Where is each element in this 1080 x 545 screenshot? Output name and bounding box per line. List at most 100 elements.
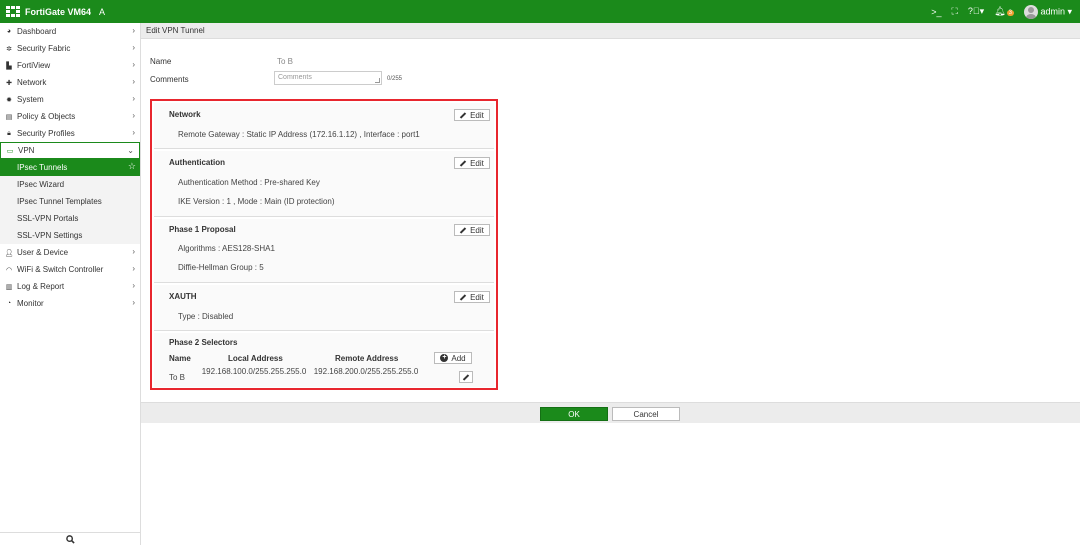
sidebar-item-label: WiFi & Switch Controller bbox=[17, 265, 104, 274]
monitor-icon: ◔ bbox=[6, 300, 12, 307]
ike-version-detail: IKE Version : 1 , Mode : Main (ID protec… bbox=[178, 197, 335, 206]
add-selector-button[interactable]: + Add bbox=[434, 352, 472, 364]
sidebar-search[interactable] bbox=[0, 532, 140, 545]
lock-icon: 🔒︎ bbox=[7, 129, 11, 137]
selector-name: To B bbox=[169, 373, 186, 382]
sidebar-item-label: SSL-VPN Portals bbox=[17, 214, 79, 223]
chevron-right-icon: › bbox=[132, 77, 135, 86]
network-edit-button[interactable]: Edit bbox=[454, 109, 490, 121]
vpn-icon: ▭ bbox=[6, 147, 14, 155]
chevron-down-icon: ⌄ bbox=[127, 146, 134, 155]
pencil-icon bbox=[460, 227, 467, 234]
column-header-local-address: Local Address bbox=[228, 354, 283, 363]
ok-button[interactable]: OK bbox=[540, 407, 608, 421]
xauth-section: XAUTH Edit Type : Disabled bbox=[154, 285, 494, 331]
chevron-right-icon: › bbox=[132, 60, 135, 69]
sidebar-item-ipsec-tunnel-templates[interactable]: IPsec Tunnel Templates bbox=[0, 193, 140, 210]
pencil-icon bbox=[460, 160, 467, 167]
sidebar-item-monitor[interactable]: ◔ Monitor › bbox=[0, 295, 140, 312]
sidebar-item-ssl-vpn-settings[interactable]: SSL-VPN Settings bbox=[0, 227, 140, 244]
algorithms-detail: Algorithms : AES128-SHA1 bbox=[178, 244, 275, 253]
authentication-edit-button[interactable]: Edit bbox=[454, 157, 490, 169]
plus-circle-icon: + bbox=[440, 354, 449, 362]
star-icon[interactable]: ☆ bbox=[128, 161, 136, 172]
device-name[interactable]: FortiGate VM64 bbox=[25, 7, 91, 17]
sidebar-item-fortiview[interactable]: ▙ FortiView › bbox=[0, 57, 140, 74]
system-icon: ✹ bbox=[6, 96, 12, 104]
fortiview-icon: ▙ bbox=[6, 62, 12, 70]
terminal-icon[interactable]: >_ bbox=[931, 7, 941, 17]
help-menu[interactable]: ?⃝▾ bbox=[968, 6, 984, 17]
device-suffix[interactable]: A bbox=[99, 7, 105, 17]
dashboard-icon: ◕ bbox=[6, 28, 12, 35]
section-title: XAUTH bbox=[169, 292, 197, 301]
page-title: Edit VPN Tunnel bbox=[146, 26, 205, 35]
form-footer: OK Cancel bbox=[141, 402, 1080, 423]
sidebar-item-label: SSL-VPN Settings bbox=[17, 231, 83, 240]
chevron-right-icon: › bbox=[132, 247, 135, 256]
comments-input[interactable]: Comments bbox=[274, 71, 382, 85]
notifications[interactable]: 🔔︎ 3 bbox=[994, 6, 1014, 17]
sidebar-item-ssl-vpn-portals[interactable]: SSL-VPN Portals bbox=[0, 210, 140, 227]
name-label: Name bbox=[150, 57, 172, 66]
fortinet-logo-icon[interactable] bbox=[6, 6, 20, 17]
top-right-controls: >_ ⛶ ?⃝▾ 🔔︎ 3 admin ▾ bbox=[931, 0, 1072, 23]
sidebar: ◕ Dashboard › ✲ Security Fabric › ▙ Fort… bbox=[0, 23, 141, 545]
section-title: Phase 2 Selectors bbox=[169, 338, 238, 347]
chart-icon: ▥ bbox=[5, 283, 13, 291]
sidebar-item-label: FortiView bbox=[17, 61, 51, 70]
chevron-right-icon: › bbox=[132, 128, 135, 137]
authentication-section: Authentication Edit Authentication Metho… bbox=[154, 151, 494, 217]
bell-icon: 🔔︎ bbox=[994, 6, 1006, 16]
chevron-down-icon: ▾ bbox=[1067, 5, 1072, 16]
comments-char-count: 0/255 bbox=[387, 76, 403, 82]
sidebar-item-log-report[interactable]: ▥ Log & Report › bbox=[0, 278, 140, 295]
chevron-down-icon: ▾ bbox=[979, 6, 985, 16]
sidebar-item-dashboard[interactable]: ◕ Dashboard › bbox=[0, 23, 140, 40]
pencil-icon bbox=[460, 294, 467, 301]
sidebar-item-wifi-switch[interactable]: ◠ WiFi & Switch Controller › bbox=[0, 261, 140, 278]
sidebar-item-label: Log & Report bbox=[17, 282, 65, 291]
xauth-type-detail: Type : Disabled bbox=[178, 312, 234, 321]
user-icon: 👤︎ bbox=[4, 249, 14, 257]
fabric-icon: ✲ bbox=[6, 45, 12, 53]
sidebar-item-label: Policy & Objects bbox=[17, 112, 76, 121]
page-title-bar: Edit VPN Tunnel bbox=[141, 23, 1080, 39]
sidebar-item-label: System bbox=[17, 95, 44, 104]
sidebar-item-network[interactable]: ✚ Network › bbox=[0, 74, 140, 91]
selector-local-address: 192.168.100.0/255.255.255.0 bbox=[201, 367, 307, 376]
fullscreen-icon[interactable]: ⛶ bbox=[952, 6, 958, 17]
sidebar-item-label: Monitor bbox=[17, 299, 44, 308]
sidebar-item-security-fabric[interactable]: ✲ Security Fabric › bbox=[0, 40, 140, 57]
column-header-remote-address: Remote Address bbox=[335, 354, 399, 363]
sidebar-item-ipsec-wizard[interactable]: IPsec Wizard bbox=[0, 176, 140, 193]
network-section: Network Edit Remote Gateway : Static IP … bbox=[154, 103, 494, 149]
chevron-right-icon: › bbox=[132, 111, 135, 120]
sidebar-item-label: IPsec Tunnel Templates bbox=[17, 197, 102, 206]
chevron-right-icon: › bbox=[132, 43, 135, 52]
sidebar-item-label: User & Device bbox=[17, 248, 69, 257]
pencil-icon bbox=[463, 374, 470, 381]
network-icon: ✚ bbox=[6, 79, 12, 87]
tunnel-summary-panel: Network Edit Remote Gateway : Static IP … bbox=[150, 99, 498, 390]
button-label: Edit bbox=[470, 158, 484, 168]
xauth-edit-button[interactable]: Edit bbox=[454, 291, 490, 303]
selector-edit-button[interactable] bbox=[459, 371, 473, 383]
auth-method-detail: Authentication Method : Pre-shared Key bbox=[178, 178, 320, 187]
sidebar-item-vpn[interactable]: ▭ VPN ⌄ bbox=[0, 142, 140, 159]
phase1-edit-button[interactable]: Edit bbox=[454, 224, 490, 236]
sidebar-item-ipsec-tunnels[interactable]: IPsec Tunnels ☆ bbox=[0, 159, 140, 176]
button-label: Edit bbox=[470, 110, 484, 120]
sidebar-item-policy-objects[interactable]: ▤ Policy & Objects › bbox=[0, 108, 140, 125]
sidebar-item-security-profiles[interactable]: 🔒︎ Security Profiles › bbox=[0, 125, 140, 142]
chevron-right-icon: › bbox=[132, 298, 135, 307]
chevron-right-icon: › bbox=[132, 94, 135, 103]
cancel-button[interactable]: Cancel bbox=[612, 407, 680, 421]
sidebar-item-system[interactable]: ✹ System › bbox=[0, 91, 140, 108]
sidebar-item-user-device[interactable]: 👤︎ User & Device › bbox=[0, 244, 140, 261]
section-title: Authentication bbox=[169, 158, 225, 167]
sidebar-item-label: IPsec Tunnels bbox=[17, 163, 68, 172]
sidebar-item-label: Dashboard bbox=[17, 27, 57, 36]
phase1-section: Phase 1 Proposal Edit Algorithms : AES12… bbox=[154, 219, 494, 283]
user-menu[interactable]: admin ▾ bbox=[1023, 4, 1072, 19]
